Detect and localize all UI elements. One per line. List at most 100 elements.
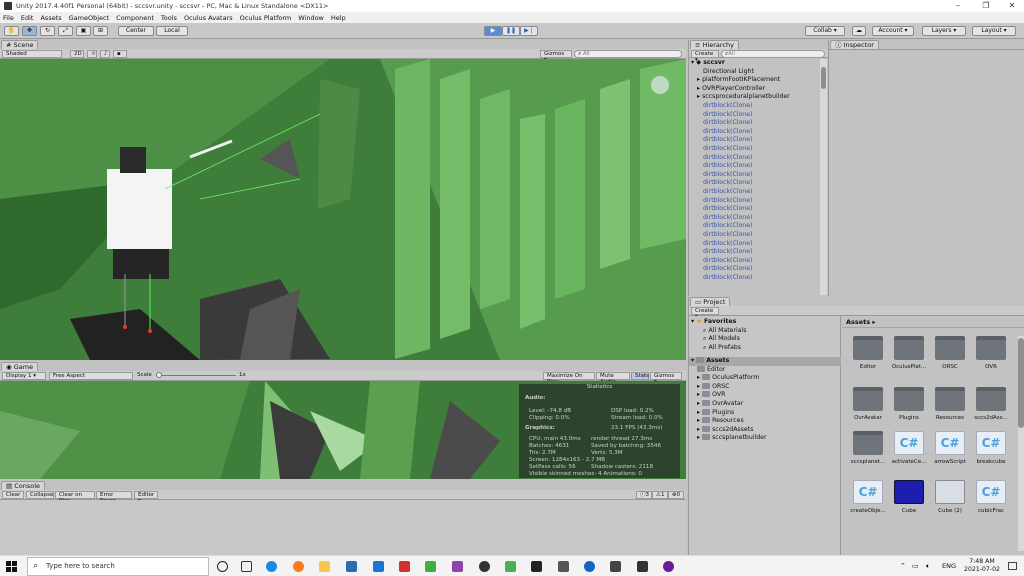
menu-edit[interactable]: Edit bbox=[21, 14, 34, 22]
file-explorer-icon[interactable] bbox=[319, 561, 330, 572]
network-icon[interactable]: ▭ bbox=[912, 562, 919, 570]
edge-icon[interactable] bbox=[266, 561, 277, 572]
log-count-toggle[interactable]: ⓘ3 bbox=[636, 491, 652, 499]
hierarchy-item[interactable]: dirtblock(Clone) bbox=[689, 205, 819, 214]
notifications-icon[interactable] bbox=[1008, 562, 1017, 570]
assets-root-item[interactable]: ▾ Assets bbox=[689, 357, 841, 366]
asset-folder-ovr[interactable]: OVR bbox=[971, 336, 1011, 376]
hierarchy-item[interactable]: ▸ platformFootIKPlacement bbox=[689, 76, 819, 85]
system-tray-chevron-icon[interactable]: ⌃ bbox=[900, 562, 906, 570]
hierarchy-item[interactable]: Directional Light bbox=[689, 68, 819, 77]
scale-slider-handle[interactable] bbox=[156, 372, 162, 378]
hierarchy-item[interactable]: dirtblock(Clone) bbox=[689, 231, 819, 240]
console-clear-button[interactable]: Clear bbox=[2, 491, 24, 499]
maximize-on-play-toggle[interactable]: Maximize On Play bbox=[543, 372, 595, 385]
project-tree-folder[interactable]: Editor bbox=[689, 365, 819, 375]
play-button[interactable]: ▶ bbox=[484, 26, 502, 36]
asset-folder-sccs2dassets[interactable]: sccs2dAss... bbox=[971, 387, 1011, 427]
aspect-dropdown[interactable]: Free Aspect bbox=[49, 372, 133, 380]
scene-viewport[interactable] bbox=[0, 59, 686, 360]
asset-script-createobject[interactable]: C# createObje... bbox=[848, 480, 888, 520]
error-pause-toggle[interactable]: Error Pause bbox=[96, 491, 132, 504]
transform-tool-button[interactable]: ⊞ bbox=[93, 26, 108, 36]
rect-tool-button[interactable]: ▣ bbox=[76, 26, 91, 36]
hierarchy-item[interactable]: dirtblock(Clone) bbox=[689, 257, 819, 266]
visual-studio-icon[interactable] bbox=[452, 561, 463, 572]
project-scroll-thumb[interactable] bbox=[1018, 338, 1024, 428]
console-editor-dropdown[interactable]: Editor ▾ bbox=[134, 491, 158, 504]
pivot-local-button[interactable]: Local bbox=[156, 26, 188, 36]
menu-oculus-platform[interactable]: Oculus Platform bbox=[240, 14, 292, 22]
collab-button[interactable]: Collab ▾ bbox=[805, 26, 845, 36]
hierarchy-item[interactable]: dirtblock(Clone) bbox=[689, 171, 819, 180]
hierarchy-item[interactable]: dirtblock(Clone) bbox=[689, 136, 819, 145]
menu-component[interactable]: Component bbox=[116, 14, 154, 22]
console-log-area[interactable] bbox=[0, 500, 686, 555]
clear-on-play-toggle[interactable]: Clear on Play bbox=[55, 491, 95, 504]
hierarchy-search-input[interactable]: ⌕All bbox=[721, 50, 825, 58]
asset-folder-oculusplatform[interactable]: OculusPlat... bbox=[889, 336, 929, 376]
project-tree-folder[interactable]: ▸ OculusPlatform bbox=[689, 374, 819, 383]
volume-icon[interactable]: 🔈︎ bbox=[926, 562, 930, 571]
asset-script-breakcube[interactable]: C# breakcube bbox=[971, 431, 1011, 471]
asset-folder-editor[interactable]: Editor bbox=[848, 336, 888, 376]
hierarchy-item[interactable]: dirtblock(Clone) bbox=[689, 162, 819, 171]
unity-editor-icon[interactable] bbox=[610, 561, 621, 572]
move-tool-button[interactable]: ✥ bbox=[22, 26, 37, 36]
scene-root-item[interactable]: ▾ ◆ sccsvr bbox=[689, 59, 819, 68]
breadcrumb[interactable]: Assets ▸ bbox=[846, 318, 876, 326]
task-view-icon[interactable] bbox=[241, 561, 252, 572]
scale-slider[interactable] bbox=[156, 372, 236, 378]
hand-tool-button[interactable]: ✋ bbox=[4, 26, 19, 36]
hierarchy-scrollbar[interactable] bbox=[820, 59, 827, 295]
asset-prefab-cube[interactable]: Cube bbox=[889, 480, 929, 520]
rotate-tool-button[interactable]: ↻ bbox=[40, 26, 55, 36]
unity-hub-icon[interactable] bbox=[479, 561, 490, 572]
hierarchy-item[interactable]: dirtblock(Clone) bbox=[689, 154, 819, 163]
app-icon-dark[interactable] bbox=[637, 561, 648, 572]
pause-button[interactable]: ❚❚ bbox=[502, 26, 520, 36]
asset-script-cubicfrac[interactable]: C# cubicFrac bbox=[971, 480, 1011, 520]
mute-audio-toggle[interactable]: Mute Audio bbox=[596, 372, 630, 385]
asset-folder-sccsplanetbuilder[interactable]: sccsplanet... bbox=[848, 431, 888, 471]
hierarchy-item[interactable]: dirtblock(Clone) bbox=[689, 222, 819, 231]
hierarchy-item[interactable]: dirtblock(Clone) bbox=[689, 119, 819, 128]
project-tree-folder[interactable]: ▸ sccsplanetbuilder bbox=[689, 434, 819, 443]
account-button[interactable]: Account ▾ bbox=[872, 26, 914, 36]
project-tree-folder[interactable]: ▸ sccs2dAssets bbox=[689, 425, 819, 435]
project-create-button[interactable]: Create ▾ bbox=[691, 307, 719, 320]
display-dropdown[interactable]: Display 1 ▾ bbox=[2, 372, 46, 380]
hierarchy-item[interactable]: dirtblock(Clone) bbox=[689, 179, 819, 188]
app-icon-purple[interactable] bbox=[663, 561, 674, 572]
favorite-item[interactable]: ⌕ All Materials bbox=[689, 327, 819, 336]
terminal-icon[interactable] bbox=[531, 561, 542, 572]
hierarchy-item[interactable]: dirtblock(Clone) bbox=[689, 214, 819, 223]
warning-count-toggle[interactable]: ⚠1 bbox=[652, 491, 668, 499]
asset-script-arrowscript[interactable]: C# arrowScript bbox=[930, 431, 970, 471]
scene-gizmos-dropdown[interactable]: Gizmos ▾ bbox=[540, 50, 572, 63]
console-collapse-toggle[interactable]: Collapse bbox=[26, 491, 54, 499]
hierarchy-create-button[interactable]: Create ▾ bbox=[691, 50, 719, 63]
step-button[interactable]: ▶❘ bbox=[520, 26, 538, 36]
menu-assets[interactable]: Assets bbox=[40, 14, 61, 22]
effects-dropdown[interactable]: ▪ bbox=[113, 50, 127, 58]
hierarchy-item[interactable]: dirtblock(Clone) bbox=[689, 145, 819, 154]
hierarchy-item[interactable]: dirtblock(Clone) bbox=[689, 248, 819, 257]
menu-help[interactable]: Help bbox=[331, 14, 346, 22]
favorite-item[interactable]: ⌕ All Prefabs bbox=[689, 344, 819, 353]
favorites-header[interactable]: ▾ ★ Favorites bbox=[689, 318, 819, 327]
audio-toggle[interactable]: ♪ bbox=[100, 50, 110, 58]
scene-search-input[interactable]: ⌕ All bbox=[574, 50, 682, 58]
project-tree-folder[interactable]: ▸ OvrAvatar bbox=[689, 400, 819, 409]
project-tree-folder[interactable]: ▸ ORSC bbox=[689, 382, 819, 392]
windows-start-button[interactable] bbox=[6, 561, 17, 572]
hierarchy-item[interactable]: dirtblock(Clone) bbox=[689, 128, 819, 137]
app-icon-c[interactable] bbox=[584, 561, 595, 572]
project-tree-folder[interactable]: ▸ OVR bbox=[689, 391, 819, 400]
clock[interactable]: 7:48 AM 2021-07-02 bbox=[962, 558, 1002, 574]
scale-tool-button[interactable]: ⤢ bbox=[58, 26, 73, 36]
close-button[interactable]: ✕ bbox=[1000, 0, 1024, 12]
menu-window[interactable]: Window bbox=[298, 14, 324, 22]
hierarchy-item[interactable]: dirtblock(Clone) bbox=[689, 102, 819, 111]
shading-mode-dropdown[interactable]: Shaded bbox=[2, 50, 62, 58]
